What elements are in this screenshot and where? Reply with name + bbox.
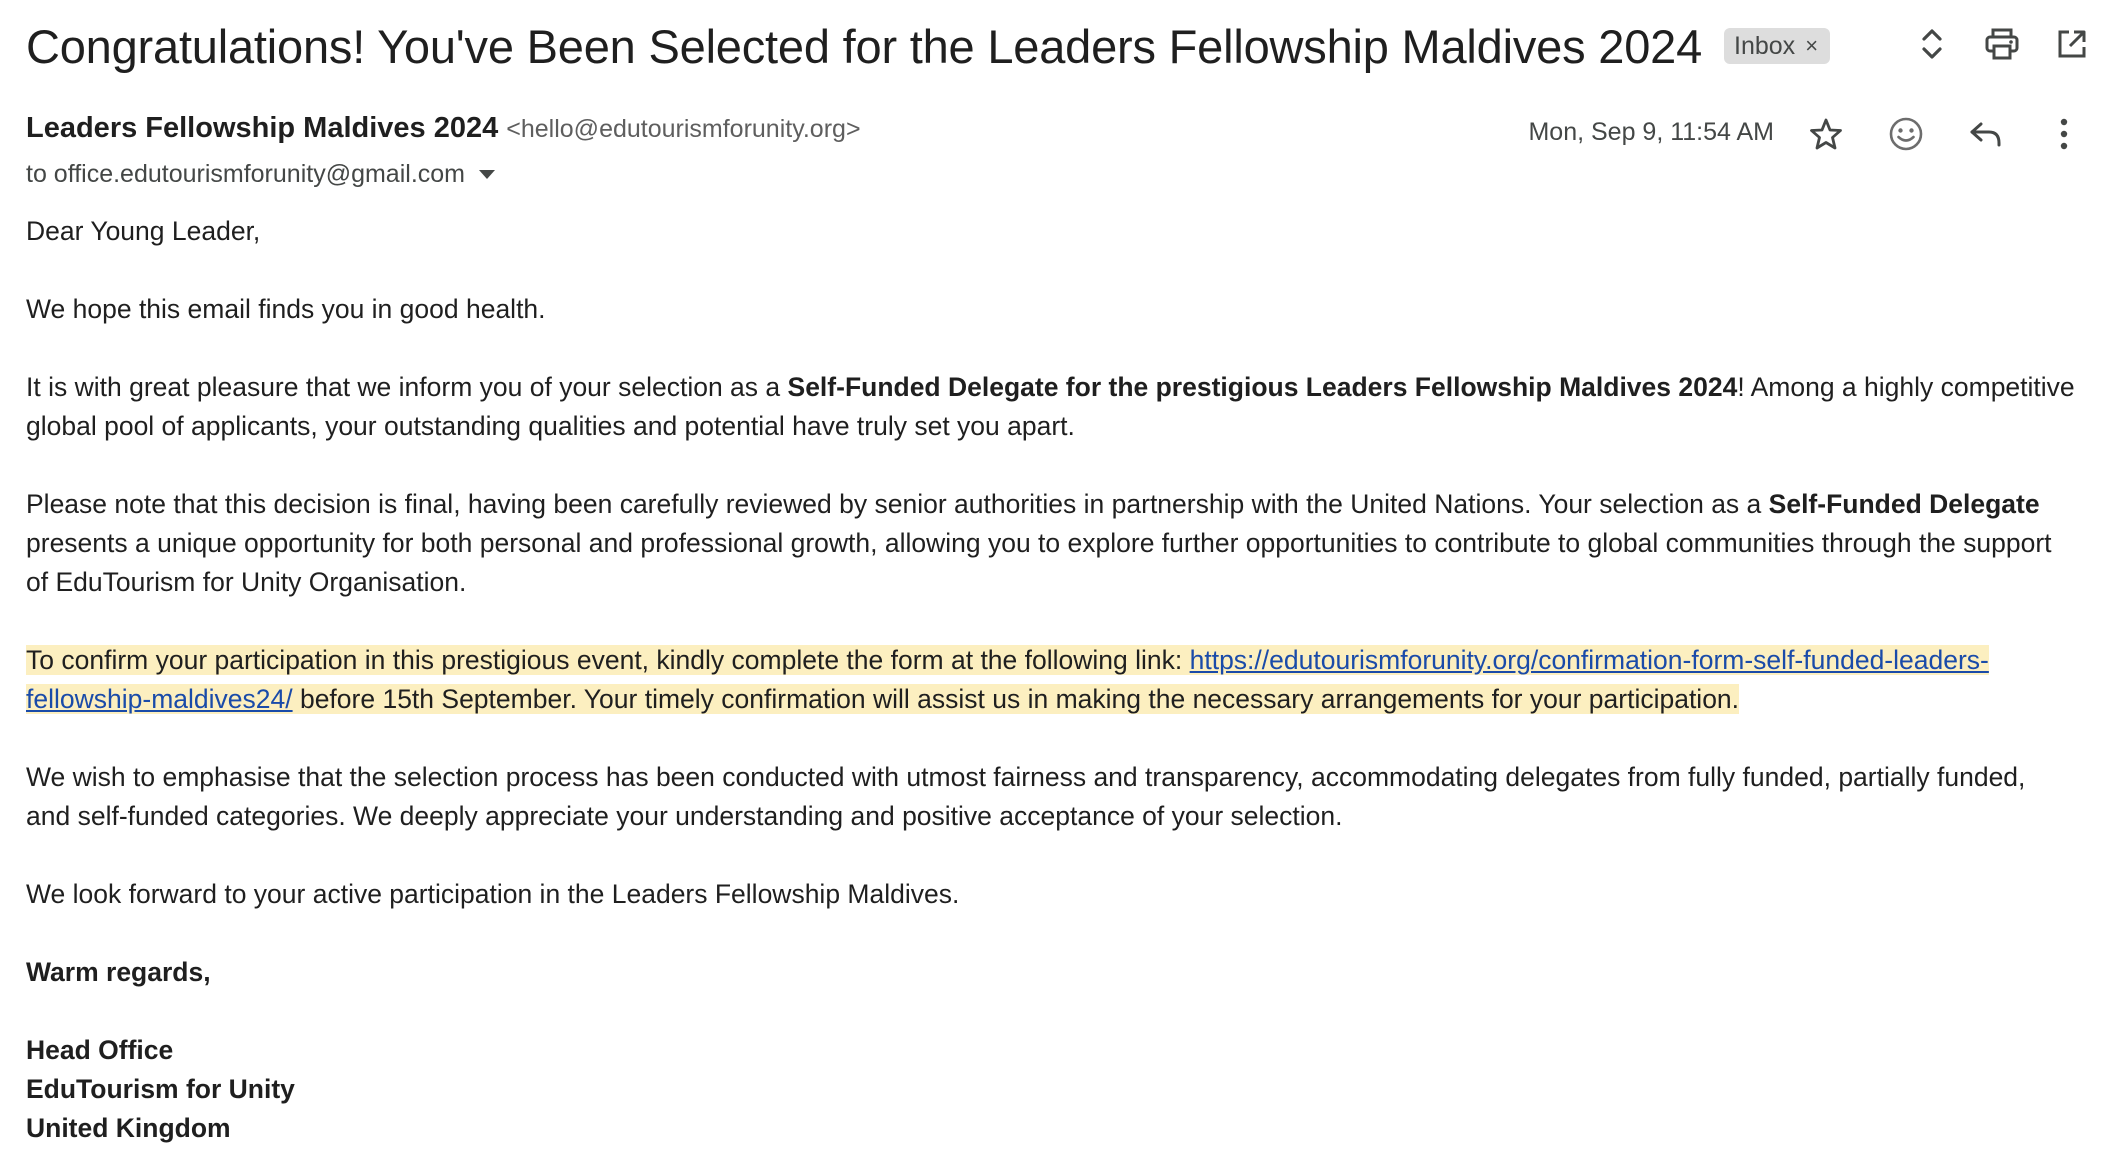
subject-row: Congratulations! You've Been Selected fo… (26, 18, 1831, 74)
p4-text-c: before 15th September. Your timely confi… (292, 684, 1740, 714)
signature-org: EduTourism for Unity (26, 1074, 295, 1104)
signature-line-2: EduTourism for Unity (26, 1070, 2076, 1109)
show-details-caret-icon[interactable] (479, 169, 495, 179)
closing-text: Warm regards, (26, 957, 211, 987)
body-paragraph-3: Please note that this decision is final,… (26, 485, 2076, 602)
sender-email: <hello@edutourismforunity.org> (506, 115, 861, 143)
p2-text-a: It is with great pleasure that we inform… (26, 372, 788, 402)
signature-country: United Kingdom (26, 1113, 231, 1143)
body-paragraph-4: To confirm your participation in this pr… (26, 641, 2076, 719)
sender-name[interactable]: Leaders Fellowship Maldives 2024 (26, 112, 498, 145)
label-chip-text: Inbox (1734, 31, 1796, 60)
inbox-label-chip[interactable]: Inbox × (1724, 28, 1831, 64)
body-paragraph-6: We look forward to your active participa… (26, 879, 960, 909)
expand-collapse-icon[interactable] (1910, 22, 1954, 66)
email-subject: Congratulations! You've Been Selected fo… (26, 19, 1703, 73)
recipient-row: to office.edutourismforunity@gmail.com (26, 156, 495, 192)
emoji-reaction-icon[interactable] (1884, 112, 1928, 156)
message-actions (1804, 110, 2104, 158)
print-icon[interactable] (1980, 22, 2024, 66)
p2-bold: Self-Funded Delegate for the prestigious… (787, 372, 1738, 402)
more-vertical-icon[interactable] (2042, 112, 2086, 156)
email-date: Mon, Sep 9, 11:54 AM (1528, 118, 1774, 146)
email-body: Dear Young Leader, We hope this email fi… (26, 212, 2076, 1148)
recipient-text: to office.edutourismforunity@gmail.com (26, 159, 465, 188)
thread-actions (1904, 22, 2104, 66)
p4-text-a: To confirm your participation in this pr… (26, 645, 1190, 675)
closing: Warm regards, (26, 953, 2076, 992)
p3-text-a: Please note that this decision is final,… (26, 489, 1769, 519)
signature-office: Head Office (26, 1035, 174, 1065)
body-paragraph-5: We wish to emphasise that the selection … (26, 762, 2026, 831)
p3-bold: Self-Funded Delegate (1768, 489, 2040, 519)
p3-text-c: presents a unique opportunity for both p… (26, 528, 2052, 597)
open-in-new-window-icon[interactable] (2050, 22, 2094, 66)
sender-row: Leaders Fellowship Maldives 2024 <hello@… (26, 112, 861, 152)
body-paragraph-2: It is with great pleasure that we inform… (26, 368, 2076, 446)
star-icon[interactable] (1804, 112, 1848, 156)
body-paragraph-1: We hope this email finds you in good hea… (26, 294, 546, 324)
signature-line-1: Head Office (26, 1031, 2076, 1070)
reply-icon[interactable] (1964, 112, 2008, 156)
remove-label-icon[interactable]: × (1805, 33, 1818, 59)
greeting: Dear Young Leader, (26, 216, 261, 246)
signature-line-3: United Kingdom (26, 1109, 2076, 1148)
